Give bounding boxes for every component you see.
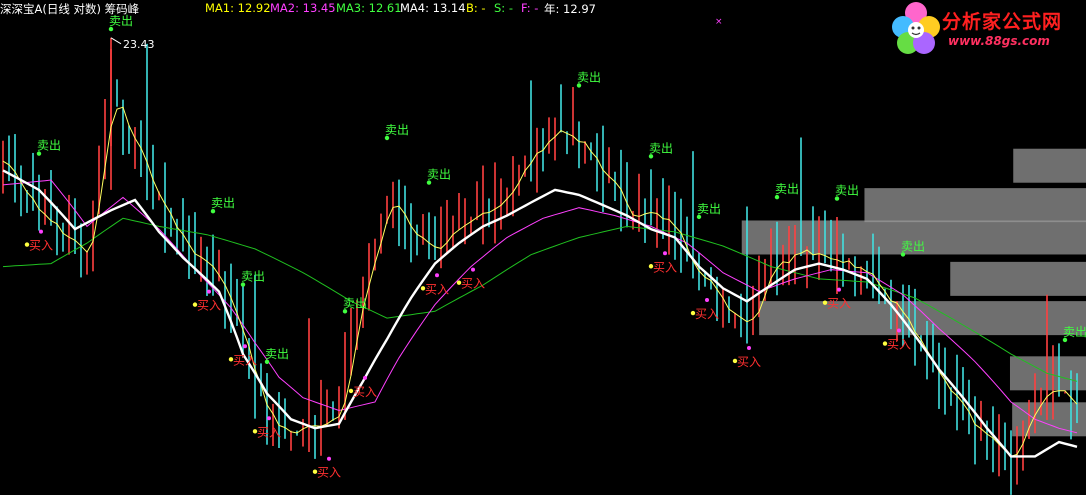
buy-marker — [435, 273, 439, 278]
chip-peak-bar — [759, 301, 1086, 336]
buy-label: 买入 — [653, 260, 677, 274]
buy-marker — [363, 375, 367, 380]
chip-peak-bar — [950, 261, 1086, 296]
sell-label: 卖出 — [343, 296, 367, 310]
year-readout: 年: 12.97 — [544, 2, 596, 16]
b-readout: B: - — [466, 1, 486, 15]
buy-marker — [471, 267, 475, 272]
ma2-readout: MA2: 13.45 — [270, 1, 336, 15]
sell-label: 卖出 — [697, 202, 721, 216]
buy-label: 买入 — [197, 299, 221, 313]
sell-label: 卖出 — [1063, 325, 1086, 339]
buy-marker — [663, 251, 667, 256]
stock-title: 深深宝A(日线 对数) 筹码峰 — [0, 2, 140, 16]
f-readout: F: - — [521, 1, 539, 15]
sell-label: 卖出 — [577, 70, 601, 84]
buy-marker — [747, 345, 751, 350]
flower-icon — [892, 2, 940, 54]
buy-marker — [39, 229, 43, 234]
buy-label: 买入 — [29, 239, 53, 253]
sell-label: 卖出 — [265, 347, 289, 361]
buy-label: 买入 — [317, 466, 341, 480]
s-readout: S: - — [494, 1, 513, 15]
buy-marker — [207, 289, 211, 294]
buy-label: 买入 — [737, 355, 761, 369]
buy-marker — [267, 416, 271, 421]
ma1-line — [2, 106, 1078, 457]
peak-marker: 23.43 — [110, 37, 155, 51]
ma3-readout: MA3: 12.61 — [336, 1, 402, 15]
buy-marker — [897, 328, 901, 333]
buy-marker — [327, 456, 331, 461]
ma1-readout: MA1: 12.92 — [205, 1, 271, 15]
site-logo: 分析家公式网 www.88gs.com — [888, 0, 1086, 58]
buy-label: 买入 — [353, 385, 377, 399]
buy-label: 买入 — [233, 353, 257, 367]
sell-label: 卖出 — [37, 139, 61, 153]
sell-label: 卖出 — [427, 168, 451, 182]
buy-label: 买入 — [695, 307, 719, 321]
logo-title: 分析家公式网 — [942, 11, 1063, 33]
ma4-readout: MA4: 13.14 — [400, 1, 466, 15]
sell-label: 卖出 — [835, 184, 859, 198]
chart-canvas: 卖出卖出卖出卖出卖出卖出卖出卖出卖出卖出卖出卖出 卖出卖出卖出买入买入买入买入买入… — [2, 14, 1086, 495]
sell-label: 卖出 — [211, 196, 235, 210]
sell-label: 卖出 — [241, 270, 265, 284]
peak-pointer — [110, 37, 122, 45]
chip-peak-bar — [864, 188, 1086, 223]
logo-url: www.88gs.com — [948, 34, 1050, 48]
buy-label: 买入 — [257, 425, 281, 439]
buy-label: 买入 — [887, 338, 911, 352]
moving-average-lines — [2, 106, 1078, 458]
sell-label: 卖出 — [901, 239, 925, 253]
sell-label: 卖出 — [775, 182, 799, 196]
buy-marker — [837, 287, 841, 292]
chip-peak-bar — [1013, 148, 1086, 183]
buy-label: 买入 — [461, 277, 485, 291]
buy-label: 买入 — [827, 297, 851, 311]
crosshair-mark: × — [715, 17, 723, 27]
price-bars — [2, 37, 1078, 495]
buy-label: 买入 — [425, 282, 449, 296]
buy-marker — [243, 344, 247, 349]
sell-label: 卖出 — [385, 123, 409, 137]
sell-label: 卖出 — [649, 141, 673, 155]
peak-price-label: 23.43 — [123, 38, 155, 51]
buy-marker — [705, 298, 709, 303]
